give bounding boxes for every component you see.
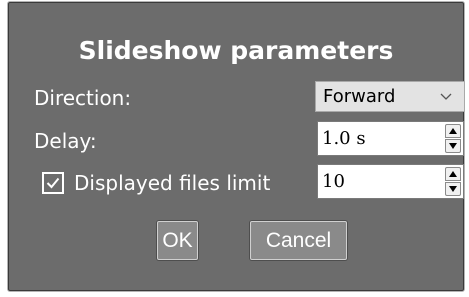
delay-spinbox[interactable]: 1.0 s xyxy=(317,121,464,156)
files-limit-checkbox[interactable] xyxy=(42,172,64,194)
files-limit-decrement-button[interactable] xyxy=(445,182,461,196)
cancel-button[interactable]: Cancel xyxy=(250,221,347,260)
files-limit-increment-button[interactable] xyxy=(445,167,461,181)
slideshow-parameters-dialog: Slideshow parameters Direction: Forward … xyxy=(7,1,465,292)
direction-label: Direction: xyxy=(34,86,132,110)
spin-up-arrow-icon xyxy=(449,171,457,177)
ok-button[interactable]: OK xyxy=(157,221,198,260)
checkmark-icon xyxy=(46,177,60,189)
dialog-title: Slideshow parameters xyxy=(78,36,394,65)
files-limit-label[interactable]: Displayed files limit xyxy=(74,169,270,197)
direction-select[interactable]: Forward xyxy=(315,81,465,112)
delay-increment-button[interactable] xyxy=(445,124,461,138)
spin-down-arrow-icon xyxy=(449,186,457,192)
chevron-down-icon xyxy=(440,93,452,100)
files-limit-spin-buttons xyxy=(445,167,461,196)
spin-down-arrow-icon xyxy=(449,143,457,149)
delay-value: 1.0 s xyxy=(322,128,366,149)
delay-label: Delay: xyxy=(34,129,97,153)
delay-decrement-button[interactable] xyxy=(445,139,461,153)
files-limit-spinbox[interactable]: 10 xyxy=(317,164,464,199)
direction-select-value: Forward xyxy=(323,86,396,107)
files-limit-value: 10 xyxy=(322,171,345,192)
delay-spin-buttons xyxy=(445,124,461,153)
spin-up-arrow-icon xyxy=(449,128,457,134)
